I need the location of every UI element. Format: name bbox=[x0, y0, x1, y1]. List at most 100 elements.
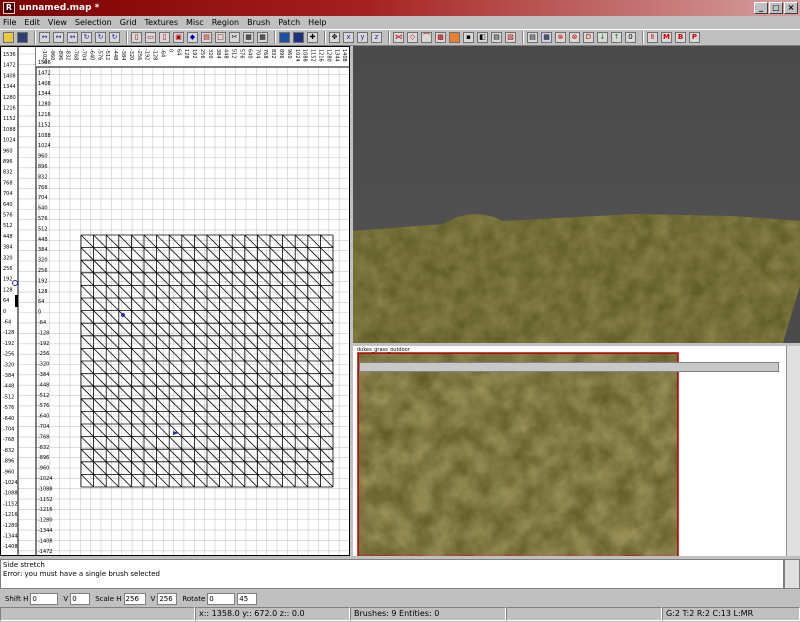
entity-view-icon[interactable]: ✚ bbox=[307, 32, 318, 43]
row-label: 576 bbox=[3, 213, 13, 219]
save-icon[interactable] bbox=[17, 32, 28, 43]
xy-grid-canvas[interactable]: -1024 -960 -896 -832 -768 -704 -640 -576 -512 -44… bbox=[1, 47, 350, 556]
clipper-icon[interactable]: ✂ bbox=[229, 32, 240, 43]
menu-region[interactable]: Region bbox=[212, 18, 239, 27]
select-partial-tall-icon[interactable]: ▯ bbox=[159, 32, 170, 43]
rotate-input[interactable] bbox=[207, 592, 236, 605]
texture-view-icon[interactable]: ▦ bbox=[257, 32, 268, 43]
row-label: -512 bbox=[38, 393, 49, 399]
row-label: 1344 bbox=[3, 84, 16, 90]
rotate-y-icon[interactable]: ↻ bbox=[95, 32, 106, 43]
shift-h-input[interactable] bbox=[30, 592, 59, 605]
patch-bend-icon[interactable]: ⌒ bbox=[421, 32, 432, 43]
column-label: 832 bbox=[270, 49, 276, 59]
row-label: 832 bbox=[38, 174, 48, 180]
plugin-icon-3[interactable]: ⊗ bbox=[569, 32, 580, 43]
console-scrollbar[interactable] bbox=[784, 559, 800, 589]
maximize-button[interactable]: □ bbox=[769, 2, 783, 14]
flip-x-icon[interactable]: ↔ bbox=[39, 32, 50, 43]
select-inside-icon[interactable]: ▣ bbox=[173, 32, 184, 43]
texture-thumbnail[interactable] bbox=[353, 346, 800, 556]
menu-selection[interactable]: Selection bbox=[75, 18, 112, 27]
row-label: -320 bbox=[3, 362, 14, 368]
menu-patch[interactable]: Patch bbox=[278, 18, 300, 27]
row-label: 640 bbox=[3, 202, 13, 208]
drag-edges-icon[interactable]: ⋈ bbox=[393, 32, 404, 43]
drag-vertices-icon[interactable]: ◇ bbox=[407, 32, 418, 43]
row-label: 1152 bbox=[3, 116, 16, 122]
row-label: 704 bbox=[3, 191, 13, 197]
menu-edit[interactable]: Edit bbox=[24, 18, 40, 27]
texture-scrollbar[interactable] bbox=[786, 346, 800, 556]
plugin-icon-5[interactable]: ↓ bbox=[597, 32, 608, 43]
menu-view[interactable]: View bbox=[48, 18, 67, 27]
camera-view[interactable] bbox=[353, 46, 800, 343]
menu-file[interactable]: File bbox=[3, 18, 16, 27]
rotation-lock-icon[interactable]: ▧ bbox=[505, 32, 516, 43]
cubic-clip-icon[interactable] bbox=[293, 32, 304, 43]
row-label: -448 bbox=[38, 382, 49, 388]
close-button[interactable]: × bbox=[784, 2, 798, 14]
plugin-icon-7[interactable]: 0 bbox=[625, 32, 636, 43]
plugin-icon-6[interactable]: ↑ bbox=[611, 32, 622, 43]
texture-lock-icon[interactable]: ▤ bbox=[491, 32, 502, 43]
scale-h-input[interactable] bbox=[123, 592, 146, 605]
surface-bar: Shift H V Scale H V Rotate bbox=[0, 590, 800, 607]
origin-marker bbox=[15, 295, 18, 307]
minimize-button[interactable]: _ bbox=[754, 2, 768, 14]
row-label: -1024 bbox=[3, 480, 18, 486]
menu-grid[interactable]: Grid bbox=[120, 18, 137, 27]
move-icon[interactable]: ✥ bbox=[329, 32, 340, 43]
menu-misc[interactable]: Misc bbox=[186, 18, 204, 27]
select-touching-icon[interactable]: ▭ bbox=[145, 32, 156, 43]
plugin-icon-2[interactable]: ⊗ bbox=[555, 32, 566, 43]
scale-y-icon[interactable]: y bbox=[357, 32, 368, 43]
row-label: -320 bbox=[38, 362, 49, 368]
select-complete-tall-icon[interactable]: ▯ bbox=[131, 32, 142, 43]
scale-z-icon[interactable]: z bbox=[371, 32, 382, 43]
xy-grid-view[interactable]: -1024 -960 -896 -832 -768 -704 -640 -576 -512 -44… bbox=[0, 46, 350, 556]
rotate-x-icon[interactable]: ↻ bbox=[81, 32, 92, 43]
filter-icon[interactable]: ▤ bbox=[527, 32, 538, 43]
patch-cap-icon[interactable]: ▪ bbox=[463, 32, 474, 43]
row-label: -64 bbox=[3, 320, 11, 326]
plugin-icon-4[interactable]: D bbox=[583, 32, 594, 43]
row-label: 768 bbox=[3, 180, 13, 186]
show-entities-icon[interactable]: ◧ bbox=[477, 32, 488, 43]
menu-brush[interactable]: Brush bbox=[247, 18, 270, 27]
plugin-icon[interactable]: ▦ bbox=[541, 32, 552, 43]
patch-insert-icon[interactable]: ▩ bbox=[435, 32, 446, 43]
csg-subtract-icon[interactable]: ◆ bbox=[187, 32, 198, 43]
scale-v-input[interactable] bbox=[157, 592, 178, 605]
change-view-icon[interactable]: ▦ bbox=[243, 32, 254, 43]
flip-z-icon[interactable]: ↔ bbox=[67, 32, 78, 43]
bsp-b-icon[interactable]: B bbox=[675, 32, 686, 43]
hollow-icon[interactable]: □ bbox=[215, 32, 226, 43]
row-label: 384 bbox=[3, 245, 13, 251]
column-label: -768 bbox=[73, 49, 79, 60]
bsp-m-icon[interactable]: M bbox=[661, 32, 672, 43]
texture-filter-bar[interactable] bbox=[359, 362, 779, 372]
column-label: -576 bbox=[96, 49, 102, 60]
flip-y-icon[interactable]: ↔ bbox=[53, 32, 64, 43]
menu-textures[interactable]: Textures bbox=[145, 18, 178, 27]
patch-delete-icon[interactable] bbox=[449, 32, 460, 43]
camera-canvas[interactable] bbox=[353, 46, 800, 343]
column-label: 384 bbox=[215, 49, 221, 59]
row-label: -256 bbox=[3, 352, 14, 358]
shift-h-label: Shift H bbox=[5, 594, 29, 603]
bsp-p-icon[interactable]: P bbox=[689, 32, 700, 43]
texture-browser[interactable]: dukes_grass_outdoor bbox=[353, 346, 800, 556]
bsp-icon[interactable]: Ⅱ bbox=[647, 32, 658, 43]
camera-icon[interactable] bbox=[279, 32, 290, 43]
rotate-z-icon[interactable]: ↻ bbox=[109, 32, 120, 43]
csg-merge-icon[interactable]: ▤ bbox=[201, 32, 212, 43]
menu-help[interactable]: Help bbox=[308, 18, 326, 27]
open-icon[interactable] bbox=[3, 32, 14, 43]
rotate-step-input[interactable] bbox=[237, 592, 258, 605]
scale-x-icon[interactable]: x bbox=[343, 32, 354, 43]
row-label: 1408 bbox=[3, 73, 16, 79]
shift-v-input[interactable] bbox=[70, 592, 91, 605]
row-label: -768 bbox=[38, 434, 49, 440]
row-label: 128 bbox=[3, 287, 13, 293]
